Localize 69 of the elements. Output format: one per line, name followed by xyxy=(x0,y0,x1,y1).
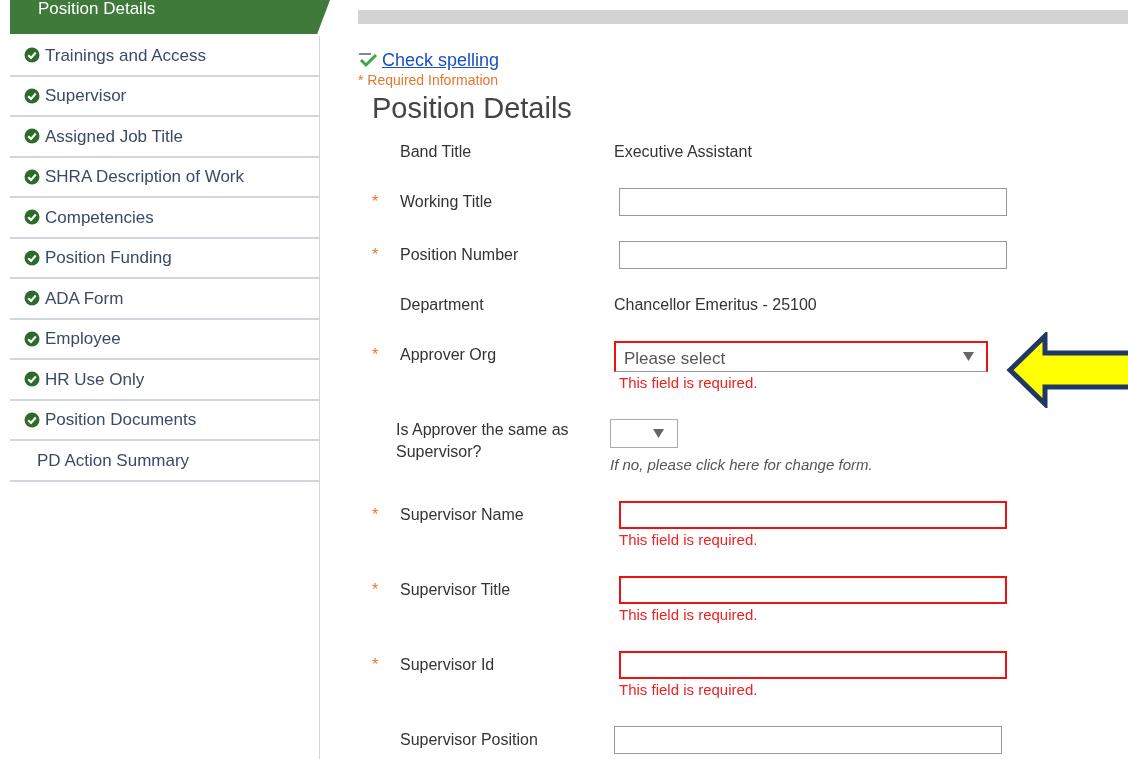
caret-icon xyxy=(653,429,664,438)
sidebar-item[interactable]: Competencies xyxy=(10,198,320,239)
required-asterisk: * xyxy=(372,505,379,525)
error-message: This field is required. xyxy=(619,530,759,550)
text-input-field[interactable] xyxy=(619,576,1007,604)
sidebar-item-label: ADA Form xyxy=(45,287,124,310)
sidebar-item-label: SHRA Description of Work xyxy=(45,166,245,188)
change-form-note: If no, please click here for change form. xyxy=(610,455,873,475)
sidebar-item-label: HR Use Only xyxy=(45,368,145,391)
sidebar-item-label: Assigned Job Title xyxy=(45,125,183,148)
field-label: Band Title xyxy=(400,142,473,162)
required-note: * Required Information xyxy=(358,71,500,89)
field-label: Supervisor Id xyxy=(400,655,496,675)
section-title: Position Details xyxy=(372,91,573,125)
required-asterisk: * xyxy=(372,192,379,212)
field-label: Supervisor Name xyxy=(400,505,525,525)
text-input-field[interactable] xyxy=(619,501,1007,529)
spellcheck-icon xyxy=(358,52,378,68)
required-asterisk: * xyxy=(372,655,379,675)
check-circle-icon xyxy=(24,209,40,226)
field-label: Department xyxy=(400,295,485,315)
sidebar-item-label: Employee xyxy=(45,328,121,350)
sidebar-item[interactable]: HR Use Only xyxy=(10,360,320,401)
required-asterisk: * xyxy=(372,580,379,600)
field-label: Working Title xyxy=(400,192,494,212)
check-circle-icon xyxy=(24,290,40,307)
field-label: Supervisor Position xyxy=(400,730,539,750)
field-label: Position Number xyxy=(400,245,520,265)
check-circle-icon xyxy=(24,330,40,347)
field-label: Approver Org xyxy=(400,345,498,365)
sidebar-item[interactable]: Position Details xyxy=(10,0,330,34)
sidebar-item[interactable]: Supervisor xyxy=(10,76,320,117)
check-circle-icon xyxy=(24,47,40,64)
caret-icon xyxy=(963,352,974,361)
select-field[interactable] xyxy=(610,419,678,448)
field-label: Supervisor Title xyxy=(400,580,512,600)
text-input-field[interactable] xyxy=(619,188,1007,216)
field-value: Executive Assistant xyxy=(614,142,752,162)
check-circle-icon xyxy=(24,411,40,428)
error-message: This field is required. xyxy=(619,605,759,625)
sidebar-item-label: Trainings and Access xyxy=(45,44,206,67)
sidebar-item[interactable]: SHRA Description of Work xyxy=(10,157,320,198)
sidebar-item-label: Supervisor xyxy=(45,85,127,107)
check-circle-icon xyxy=(24,168,40,185)
check-circle-icon xyxy=(24,371,40,388)
field-value: Chancellor Emeritus - 25100 xyxy=(614,295,817,315)
sidebar-item[interactable]: ADA Form xyxy=(10,279,320,320)
sidebar-item-label: Position Funding xyxy=(45,247,172,269)
error-message: This field is required. xyxy=(619,680,759,700)
sidebar-item[interactable]: PD Action Summary xyxy=(10,441,320,482)
sidebar-item[interactable]: Employee xyxy=(10,319,320,360)
check-spelling-link[interactable]: Check spelling xyxy=(382,49,500,71)
text-input-field[interactable] xyxy=(614,726,1002,754)
check-circle-icon xyxy=(24,128,40,145)
sidebar-item[interactable]: Position Funding xyxy=(10,238,320,279)
text-input-field[interactable] xyxy=(619,241,1007,269)
sidebar-item[interactable]: Assigned Job Title xyxy=(10,117,320,158)
sidebar-item[interactable]: Position Documents xyxy=(10,400,320,441)
error-message: This field is required. xyxy=(619,373,759,393)
sidebar-item[interactable]: Trainings and Access xyxy=(10,36,320,77)
sidebar-item-label: Position Documents xyxy=(45,409,197,431)
required-asterisk: * xyxy=(372,245,379,265)
field-label: Is Approver the same as Supervisor? xyxy=(396,420,570,462)
sidebar-item-label: Competencies xyxy=(45,206,154,229)
check-circle-icon xyxy=(24,87,40,104)
text-input-field[interactable] xyxy=(619,651,1007,679)
select-field[interactable]: Please select xyxy=(614,341,988,372)
check-circle-icon xyxy=(24,249,40,266)
required-asterisk: * xyxy=(372,345,379,365)
